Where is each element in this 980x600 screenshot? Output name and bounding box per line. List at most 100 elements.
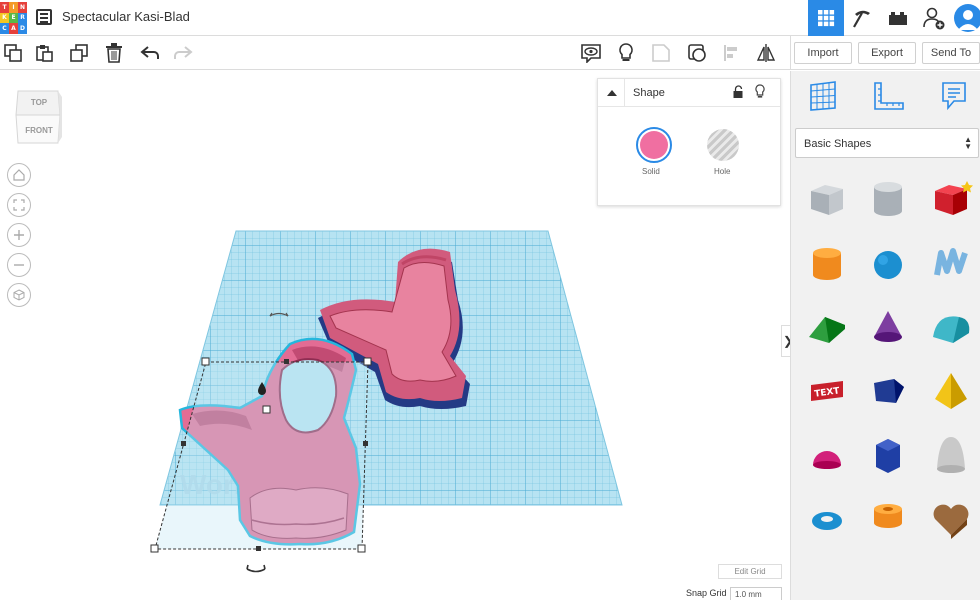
workplane-icon[interactable]	[808, 81, 838, 111]
cylinder-striped-icon	[874, 182, 902, 216]
half-sphere-icon	[813, 451, 841, 469]
fit-view-button[interactable]	[7, 193, 31, 217]
inspector-header: Shape	[598, 79, 780, 107]
group-button	[650, 42, 672, 64]
resize-handle[interactable]	[150, 544, 159, 553]
eye-bubble-icon	[581, 44, 601, 63]
resize-handle[interactable]	[363, 441, 368, 446]
scribble-icon	[934, 248, 968, 276]
roof-icon	[809, 317, 845, 343]
box-icon	[935, 181, 973, 215]
shape-tile-round-roof[interactable]	[929, 305, 973, 349]
rotate-handle[interactable]	[246, 564, 266, 573]
export-button[interactable]: Export	[858, 42, 916, 64]
paste-button[interactable]	[33, 42, 55, 64]
shape-tile-roof[interactable]	[805, 305, 849, 349]
undo-button[interactable]	[139, 42, 161, 64]
hole-option[interactable]	[707, 129, 739, 161]
shape-tile-polygon[interactable]	[866, 369, 910, 413]
resize-handle[interactable]	[357, 544, 366, 553]
ungroup-icon	[688, 44, 706, 62]
view-cube[interactable]: TOP FRONT	[14, 89, 62, 147]
shape-tile-cylinder-striped[interactable]	[866, 177, 910, 221]
light-bulb-button[interactable]	[615, 42, 637, 64]
lock-icon[interactable]	[732, 85, 744, 99]
shape-tile-pyramid[interactable]	[929, 369, 973, 413]
user-avatar[interactable]	[952, 0, 980, 36]
logo-letter: E	[9, 12, 18, 24]
duplicate-button[interactable]	[68, 42, 90, 64]
design-title[interactable]: Spectacular Kasi-Blad	[62, 9, 190, 24]
logo-letter: A	[9, 23, 18, 34]
shape-tile-text[interactable]: TEXT	[805, 369, 849, 413]
snap-grid-select[interactable]: 1.0 mm	[730, 587, 782, 600]
shape-tile-paraboloid[interactable]	[929, 433, 973, 477]
select-arrows-icon: ▲ ▼	[964, 135, 972, 151]
tinkercad-logo[interactable]: TINKERCAD	[0, 2, 27, 34]
send-to-button[interactable]: Send To	[922, 42, 980, 64]
user-avatar-icon	[954, 4, 980, 32]
shape-tile-hexagonal-prism[interactable]	[866, 433, 910, 477]
home-icon	[13, 169, 25, 181]
solid-option[interactable]	[636, 127, 672, 163]
show-notes-button[interactable]	[580, 42, 602, 64]
sphere-icon	[874, 251, 902, 279]
view-cube-front-label[interactable]: FRONT	[25, 126, 53, 135]
shape-tile-cone[interactable]	[866, 305, 910, 349]
grid-view-icon	[818, 10, 835, 27]
shape-tile-scribble[interactable]	[929, 241, 973, 285]
pickaxe-icon	[853, 10, 870, 28]
shape-tile-cylinder[interactable]	[805, 241, 849, 285]
zoom-out-button[interactable]	[7, 253, 31, 277]
resize-handle[interactable]	[262, 405, 271, 414]
collapse-up-icon[interactable]	[607, 89, 617, 97]
light-bulb-icon[interactable]	[755, 84, 765, 100]
delete-button[interactable]	[103, 42, 125, 64]
fit-icon	[13, 199, 25, 211]
shape-tile-heart[interactable]	[929, 497, 973, 541]
logo-letter: D	[18, 23, 27, 34]
ungroup-button[interactable]	[686, 42, 708, 64]
cone-icon	[874, 311, 902, 342]
shape-tile-box-striped[interactable]	[805, 177, 849, 221]
redo-button[interactable]	[172, 42, 194, 64]
perspective-button[interactable]	[7, 283, 31, 307]
solid-label: Solid	[642, 167, 660, 176]
blocks-build-button[interactable]	[844, 0, 880, 36]
edit-grid-button[interactable]: Edit Grid	[718, 564, 782, 579]
shape-category-label: Basic Shapes	[804, 138, 872, 150]
undo-icon	[140, 46, 159, 59]
design-list-icon[interactable]	[36, 9, 52, 25]
shape-tile-sphere[interactable]	[866, 241, 910, 285]
import-export-bar: Import Export Send To	[790, 36, 980, 70]
shape-inspector: Shape Solid Hole	[597, 78, 781, 206]
resize-handle[interactable]	[256, 546, 261, 551]
copy-button[interactable]	[2, 42, 24, 64]
notes-icon[interactable]	[941, 81, 967, 111]
grid-view-button[interactable]	[808, 0, 844, 36]
shape-tile-box[interactable]	[929, 177, 973, 221]
resize-handle[interactable]	[201, 357, 210, 366]
shape-tile-torus[interactable]	[805, 497, 849, 541]
resize-handle[interactable]	[284, 359, 289, 364]
logo-letter: T	[0, 2, 9, 13]
paraboloid-icon	[937, 437, 965, 473]
cylinder-icon	[813, 248, 841, 280]
hexagonal-prism-icon	[876, 439, 900, 473]
invite-user-button[interactable]	[916, 0, 952, 36]
mirror-button[interactable]	[755, 42, 777, 64]
shape-tile-half-sphere[interactable]	[805, 433, 849, 477]
zoom-in-button[interactable]	[7, 223, 31, 247]
import-button[interactable]: Import	[794, 42, 852, 64]
solid-swatch	[640, 131, 668, 159]
ruler-icon[interactable]	[873, 81, 905, 111]
resize-handle[interactable]	[181, 441, 186, 446]
cube-icon	[13, 289, 25, 301]
home-view-button[interactable]	[7, 163, 31, 187]
view-cube-top-label[interactable]: TOP	[31, 98, 48, 107]
shape-category-select[interactable]: Basic Shapes ▲ ▼	[795, 128, 979, 158]
resize-handle[interactable]	[363, 357, 372, 366]
bricks-button[interactable]	[880, 0, 916, 36]
plus-icon	[14, 230, 24, 240]
shape-tile-tube[interactable]	[866, 497, 910, 541]
